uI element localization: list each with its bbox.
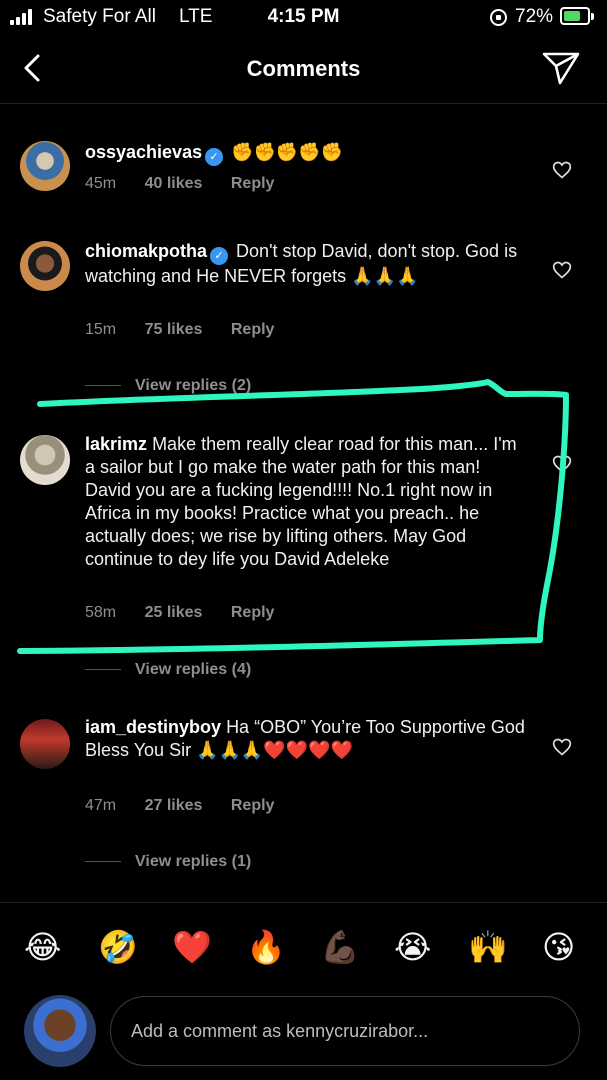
page-title: Comments [246, 56, 361, 81]
battery-cap [591, 13, 594, 20]
comment-meta: 58m 25 likes Reply [85, 604, 298, 622]
quick-emoji-button[interactable]: 😭 [394, 925, 431, 969]
comment-time: 15m [85, 321, 117, 338]
username[interactable]: lakrimz [85, 434, 147, 454]
comment-meta: 45m 40 likes Reply [85, 175, 298, 193]
battery-icon [560, 7, 590, 25]
status-bar: Safety For All LTE 4:15 PM 72% [0, 0, 607, 36]
comment-time: 58m [85, 604, 117, 621]
quick-emoji-button[interactable]: 🙌 [468, 925, 508, 969]
avatar[interactable] [20, 241, 70, 291]
reply-button[interactable]: Reply [231, 175, 275, 192]
divider [85, 861, 121, 863]
header: Comments [0, 36, 607, 104]
comment-meta: 15m 75 likes Reply [85, 321, 298, 339]
quick-emoji-button[interactable]: 🔥 [246, 925, 286, 969]
likes-count[interactable]: 27 likes [145, 797, 203, 814]
battery-percentage: 72% [515, 6, 554, 27]
comment-text: iam_destinyboy Ha “OBO” You’re Too Suppo… [85, 716, 530, 762]
view-replies-label: View replies (4) [135, 661, 252, 678]
comment-composer: 😂 🤣 ❤️ 🔥 💪🏿 😭 🙌 😘 [0, 902, 607, 1080]
battery-level [564, 11, 580, 21]
view-replies-button[interactable]: View replies (2) [85, 377, 251, 395]
reply-button[interactable]: Reply [231, 321, 275, 338]
quick-emoji-button[interactable]: 😘 [542, 925, 575, 969]
comment-time: 45m [85, 175, 117, 192]
paper-plane-icon[interactable] [540, 49, 582, 87]
verified-badge-icon: ✓ [210, 247, 229, 265]
avatar[interactable] [20, 435, 70, 485]
comment-time: 47m [85, 797, 117, 814]
reply-button[interactable]: Reply [231, 797, 275, 814]
view-replies-button[interactable]: View replies (1) [85, 853, 251, 871]
my-avatar [24, 995, 96, 1067]
orientation-lock-icon [490, 9, 507, 26]
reply-button[interactable]: Reply [231, 604, 275, 621]
quick-emoji-bar: 😂 🤣 ❤️ 🔥 💪🏿 😭 🙌 😘 [0, 925, 607, 969]
username[interactable]: iam_destinyboy [85, 717, 221, 737]
likes-count[interactable]: 40 likes [145, 175, 203, 192]
view-replies-button[interactable]: View replies (4) [85, 661, 251, 679]
verified-badge-icon: ✓ [205, 148, 224, 166]
quick-emoji-button[interactable]: 💪🏿 [320, 925, 360, 969]
comment-input[interactable] [110, 996, 580, 1066]
comment-meta: 47m 27 likes Reply [85, 797, 298, 815]
heart-icon[interactable] [552, 260, 572, 280]
heart-icon[interactable] [552, 160, 572, 180]
divider [85, 669, 121, 671]
comment-message: ✊✊✊✊✊ [231, 142, 344, 163]
quick-emoji-button[interactable]: 🤣 [98, 925, 138, 969]
quick-emoji-button[interactable]: ❤️ [172, 925, 212, 969]
heart-icon[interactable] [552, 454, 572, 474]
comment-text: lakrimz Make them really clear road for … [85, 433, 530, 571]
heart-icon[interactable] [552, 737, 572, 757]
likes-count[interactable]: 25 likes [145, 604, 203, 621]
comment-text: ossyachievas ✓ ✊✊✊✊✊ [85, 141, 530, 166]
username[interactable]: ossyachievas [85, 142, 202, 162]
view-replies-label: View replies (1) [135, 853, 252, 870]
view-replies-label: View replies (2) [135, 377, 252, 394]
avatar[interactable] [20, 141, 70, 191]
quick-emoji-button[interactable]: 😂 [24, 925, 61, 969]
comment-message: Make them really clear road for this man… [85, 434, 517, 569]
divider [85, 385, 121, 387]
comment-text: chiomakpotha ✓ Don't stop David, don't st… [85, 240, 530, 288]
avatar[interactable] [20, 719, 70, 769]
username[interactable]: chiomakpotha [85, 241, 207, 261]
likes-count[interactable]: 75 likes [145, 321, 203, 338]
